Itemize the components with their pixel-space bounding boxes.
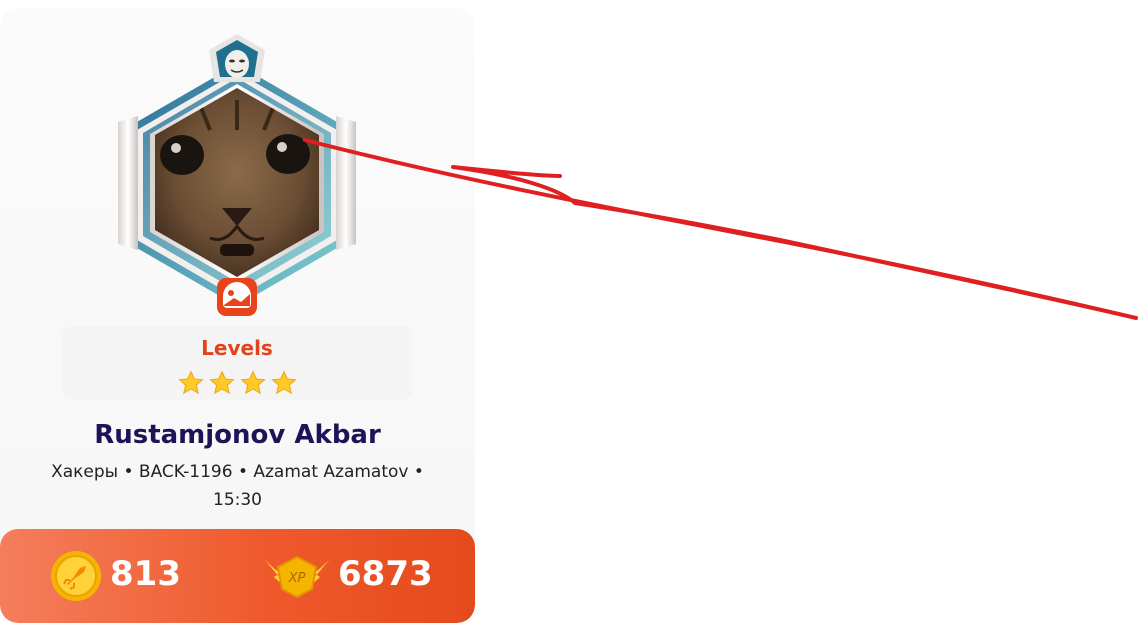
annotation-arrow xyxy=(303,138,1138,320)
page: Levels Rustamjonov Akbar Хакеры • BACK-1… xyxy=(0,0,1139,625)
